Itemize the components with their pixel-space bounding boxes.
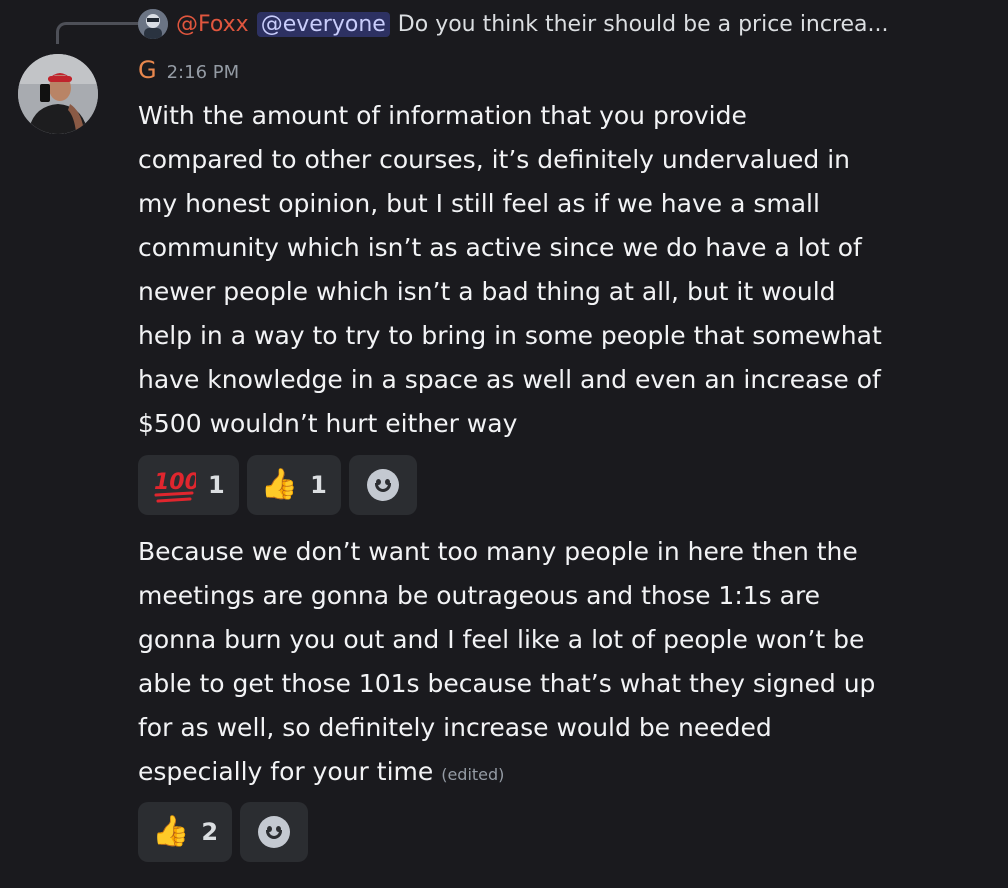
reactions-row-2: 👍 2 xyxy=(138,802,309,862)
reaction-count: 1 xyxy=(310,471,327,499)
reply-spine xyxy=(56,22,140,44)
reaction-thumbs-up[interactable]: 👍 1 xyxy=(246,455,341,515)
svg-text:100: 100 xyxy=(154,470,196,495)
reply-author-avatar[interactable] xyxy=(138,9,168,39)
add-reaction-button[interactable] xyxy=(240,802,309,862)
add-reaction-button[interactable] xyxy=(348,455,417,515)
hundred-points-icon: 100 xyxy=(152,465,200,505)
reaction-count: 1 xyxy=(208,471,225,499)
smiley-face-icon xyxy=(258,816,291,848)
thumbs-up-icon: 👍 xyxy=(152,814,190,849)
reply-preview-text[interactable]: Do you think their should be a price inc… xyxy=(398,12,889,37)
reply-reference[interactable]: @Foxx @everyone Do you think their shoul… xyxy=(138,6,1008,42)
message-text-1: With the amount of information that you … xyxy=(138,101,882,438)
message-timestamp[interactable]: 2:16 PM xyxy=(167,62,240,83)
message-text-2-content: Because we don’t want too many people in… xyxy=(138,537,876,786)
smiley-face-icon xyxy=(366,469,399,501)
reaction-thumbs-up[interactable]: 👍 2 xyxy=(138,802,233,862)
message-text-2: Because we don’t want too many people in… xyxy=(138,530,938,797)
author-name[interactable]: G xyxy=(138,56,157,84)
reply-author-name[interactable]: @Foxx xyxy=(176,12,249,37)
reaction-hundred-points[interactable]: 100 1 xyxy=(138,455,239,515)
everyone-mention[interactable]: @everyone xyxy=(256,11,390,37)
message-header: G 2:16 PM xyxy=(138,56,239,90)
reaction-count: 2 xyxy=(201,818,219,846)
author-avatar[interactable] xyxy=(18,54,98,134)
edited-label: (edited) xyxy=(441,765,505,784)
thumbs-up-icon: 👍 xyxy=(260,467,299,502)
reactions-row-1: 100 1 👍 1 xyxy=(138,455,417,515)
